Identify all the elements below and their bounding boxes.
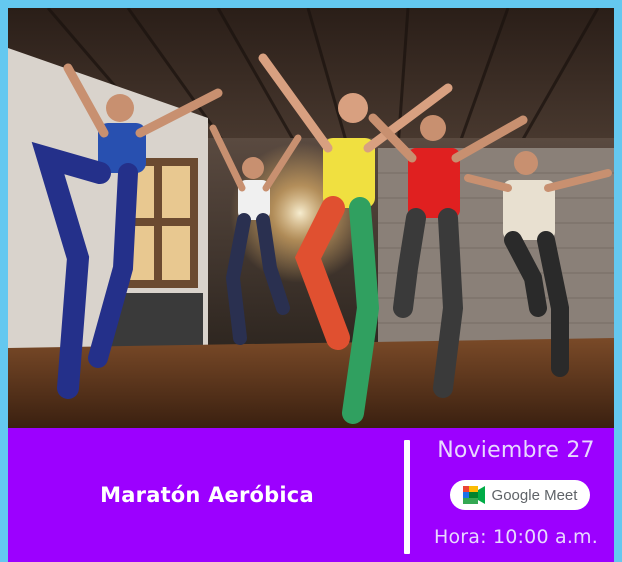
google-meet-icon (462, 486, 485, 504)
event-details: Noviembre 27 Google Meet Hora: 10:00 a.m… (418, 428, 614, 562)
event-date: Noviembre 27 (437, 438, 595, 463)
event-card: Maratón Aeróbica Noviembre 27 Google Mee… (8, 8, 614, 562)
dance-class-photo (8, 8, 614, 428)
google-meet-label: Google Meet (491, 486, 578, 504)
event-banner: Maratón Aeróbica Noviembre 27 Google Mee… (8, 428, 614, 562)
event-title: Maratón Aeróbica (100, 483, 314, 507)
google-meet-badge[interactable]: Google Meet (450, 480, 590, 510)
event-time: Hora: 10:00 a.m. (433, 526, 599, 548)
banner-divider (404, 440, 410, 554)
